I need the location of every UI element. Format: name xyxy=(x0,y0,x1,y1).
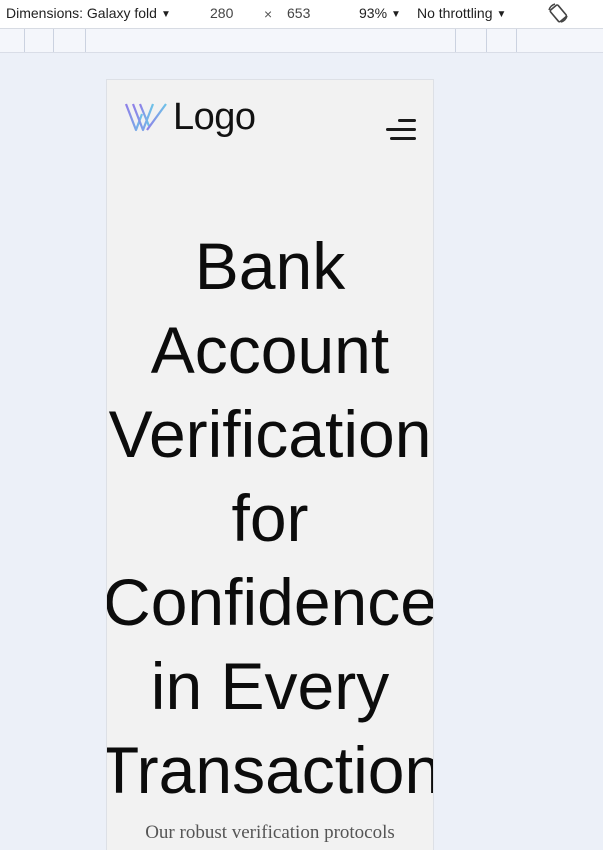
throttling-label: No throttling xyxy=(417,5,493,21)
ruler-tick xyxy=(486,29,487,52)
throttling-dropdown[interactable]: No throttling ▼ xyxy=(417,5,506,21)
menu-button[interactable] xyxy=(386,119,416,141)
media-query-ruler[interactable] xyxy=(0,29,603,53)
headline-line: Account xyxy=(150,313,390,387)
dimensions-dropdown[interactable]: Dimensions: Galaxy fold ▼ xyxy=(6,5,171,21)
ruler-tick xyxy=(85,29,86,52)
device-toolbar: Dimensions: Galaxy fold ▼ 280 × 653 93% ▼ … xyxy=(0,0,603,29)
zoom-dropdown[interactable]: 93% ▼ xyxy=(359,5,401,21)
times-sign: × xyxy=(264,6,273,22)
device-viewport: Logo Bank Account Verification for Confi… xyxy=(106,79,434,850)
dimensions-label: Dimensions: Galaxy fold xyxy=(6,5,157,21)
headline-line: Transaction xyxy=(106,733,434,807)
rotate-button[interactable] xyxy=(545,1,571,25)
rotate-icon xyxy=(548,3,568,23)
headline-line: Verification xyxy=(108,397,432,471)
ruler-tick xyxy=(516,29,517,52)
width-input[interactable]: 280 xyxy=(210,5,233,21)
caret-down-icon: ▼ xyxy=(496,9,507,20)
w-mark-icon xyxy=(125,103,167,132)
caret-down-icon: ▼ xyxy=(391,9,401,20)
hamburger-icon xyxy=(398,119,416,122)
headline-line: Bank xyxy=(194,229,346,303)
logo-text: Logo xyxy=(173,96,256,138)
hamburger-bar xyxy=(390,137,416,140)
caret-down-icon: ▼ xyxy=(160,9,171,20)
zoom-label: 93% xyxy=(359,5,388,21)
hamburger-bar xyxy=(386,128,416,131)
ruler-tick xyxy=(455,29,456,52)
hero-subtext: Our robust verification protocols xyxy=(145,822,395,843)
ruler-tick xyxy=(24,29,25,52)
height-input[interactable]: 653 xyxy=(287,5,310,21)
ruler-tick xyxy=(53,29,54,52)
headline-line: in Every xyxy=(150,649,390,723)
headline-line: Confidence xyxy=(106,565,434,639)
hero-headline: Bank Account Verification for Confidence… xyxy=(106,224,434,812)
headline-line: for xyxy=(231,481,309,555)
